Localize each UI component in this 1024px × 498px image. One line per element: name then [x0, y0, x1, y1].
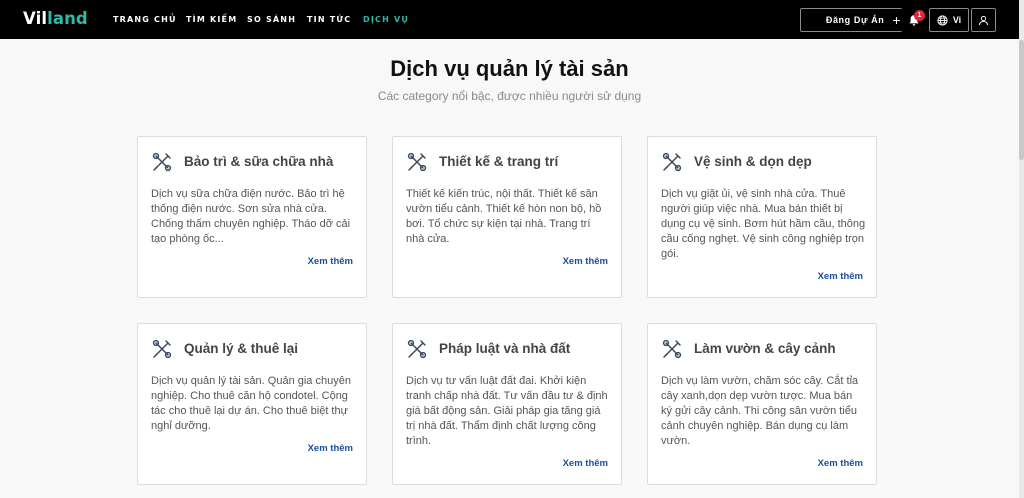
- card-header: Pháp luật và nhà đất: [406, 338, 570, 360]
- see-more-link[interactable]: Xem thêm: [308, 256, 353, 268]
- card-header: Bảo trì & sữa chữa nhà: [151, 151, 333, 173]
- post-project-label: Đăng Dự Án: [825, 15, 885, 25]
- nav-item-search[interactable]: TÌM KIẾM: [186, 15, 237, 25]
- card-description: Dịch vụ sữa chữa điện nước. Bảo trì hệ t…: [151, 188, 351, 245]
- page-subtitle: Các category nổi bậc, được nhiều người s…: [377, 89, 642, 103]
- service-card-management[interactable]: Quản lý & thuê lại Dịch vụ quản lý tài s…: [137, 323, 367, 485]
- tools-icon: [406, 338, 428, 360]
- tools-icon: [661, 338, 683, 360]
- nav-item-news[interactable]: TIN TỨC: [307, 15, 351, 25]
- card-description: Dịch vụ quản lý tài sản. Quản gia chuyên…: [151, 375, 351, 432]
- nav-item-compare[interactable]: SO SÁNH: [247, 15, 296, 25]
- card-title: Làm vườn & cây cảnh: [694, 341, 836, 356]
- service-card-gardening[interactable]: Làm vườn & cây cảnh Dịch vụ làm vườn, ch…: [647, 323, 877, 485]
- see-more-link[interactable]: Xem thêm: [563, 458, 608, 470]
- nav-item-home[interactable]: TRANG CHỦ: [113, 15, 177, 25]
- service-card-legal[interactable]: Pháp luật và nhà đất Dịch vụ tư vấn luật…: [392, 323, 622, 485]
- card-header: Làm vườn & cây cảnh: [661, 338, 836, 360]
- see-more-link[interactable]: Xem thêm: [563, 256, 608, 268]
- page-title: Dịch vụ quản lý tài sản: [390, 56, 629, 81]
- see-more-link[interactable]: Xem thêm: [308, 443, 353, 455]
- card-title: Quản lý & thuê lại: [184, 341, 299, 356]
- language-label: Vi: [952, 15, 962, 25]
- service-card-design[interactable]: Thiết kế & trang trí Thiết kế kiến trúc,…: [392, 136, 622, 298]
- see-more-link[interactable]: Xem thêm: [818, 271, 863, 283]
- see-more-link[interactable]: Xem thêm: [818, 458, 863, 470]
- card-description: Dịch vụ giặt ủi, vệ sinh nhà cửa. Thuê n…: [661, 188, 866, 260]
- card-description: Thiết kế kiến trúc, nội thất. Thiết kế s…: [406, 188, 602, 245]
- logo[interactable]: Villand: [23, 9, 88, 29]
- card-title: Bảo trì & sữa chữa nhà: [184, 154, 334, 169]
- logo-text-part1: Vil: [23, 9, 48, 28]
- service-card-cleaning[interactable]: Vệ sinh & dọn dẹp Dịch vụ giặt ủi, vệ si…: [647, 136, 877, 298]
- user-account-button[interactable]: [971, 8, 996, 32]
- nav-item-services[interactable]: DỊCH VỤ: [363, 15, 409, 25]
- language-selector[interactable]: Vi: [929, 8, 969, 32]
- card-title: Vệ sinh & dọn dẹp: [694, 154, 812, 169]
- card-title: Pháp luật và nhà đất: [439, 341, 571, 356]
- tools-icon: [151, 338, 173, 360]
- page-scrollbar[interactable]: [1019, 0, 1024, 498]
- tools-icon: [661, 151, 683, 173]
- tools-icon: [406, 151, 428, 173]
- card-description: Dịch vụ làm vườn, chăm sóc cây. Cắt tỉa …: [661, 375, 859, 447]
- scrollbar-thumb[interactable]: [1019, 40, 1024, 160]
- globe-icon: [937, 14, 948, 26]
- tools-icon: [151, 151, 173, 173]
- plus-icon: +: [892, 12, 902, 28]
- card-header: Thiết kế & trang trí: [406, 151, 558, 173]
- notification-count-badge: 1: [914, 10, 925, 21]
- service-card-maintenance[interactable]: Bảo trì & sữa chữa nhà Dịch vụ sữa chữa …: [137, 136, 367, 298]
- top-navbar: Villand TRANG CHỦ TÌM KIẾM SO SÁNH TIN T…: [0, 0, 1019, 39]
- card-description: Dịch vụ tư vấn luật đất đai. Khởi kiện t…: [406, 375, 608, 447]
- card-header: Quản lý & thuê lại: [151, 338, 298, 360]
- card-header: Vệ sinh & dọn dẹp: [661, 151, 812, 173]
- logo-text-part2: land: [47, 9, 88, 28]
- card-title: Thiết kế & trang trí: [439, 154, 559, 169]
- user-icon: [978, 15, 989, 25]
